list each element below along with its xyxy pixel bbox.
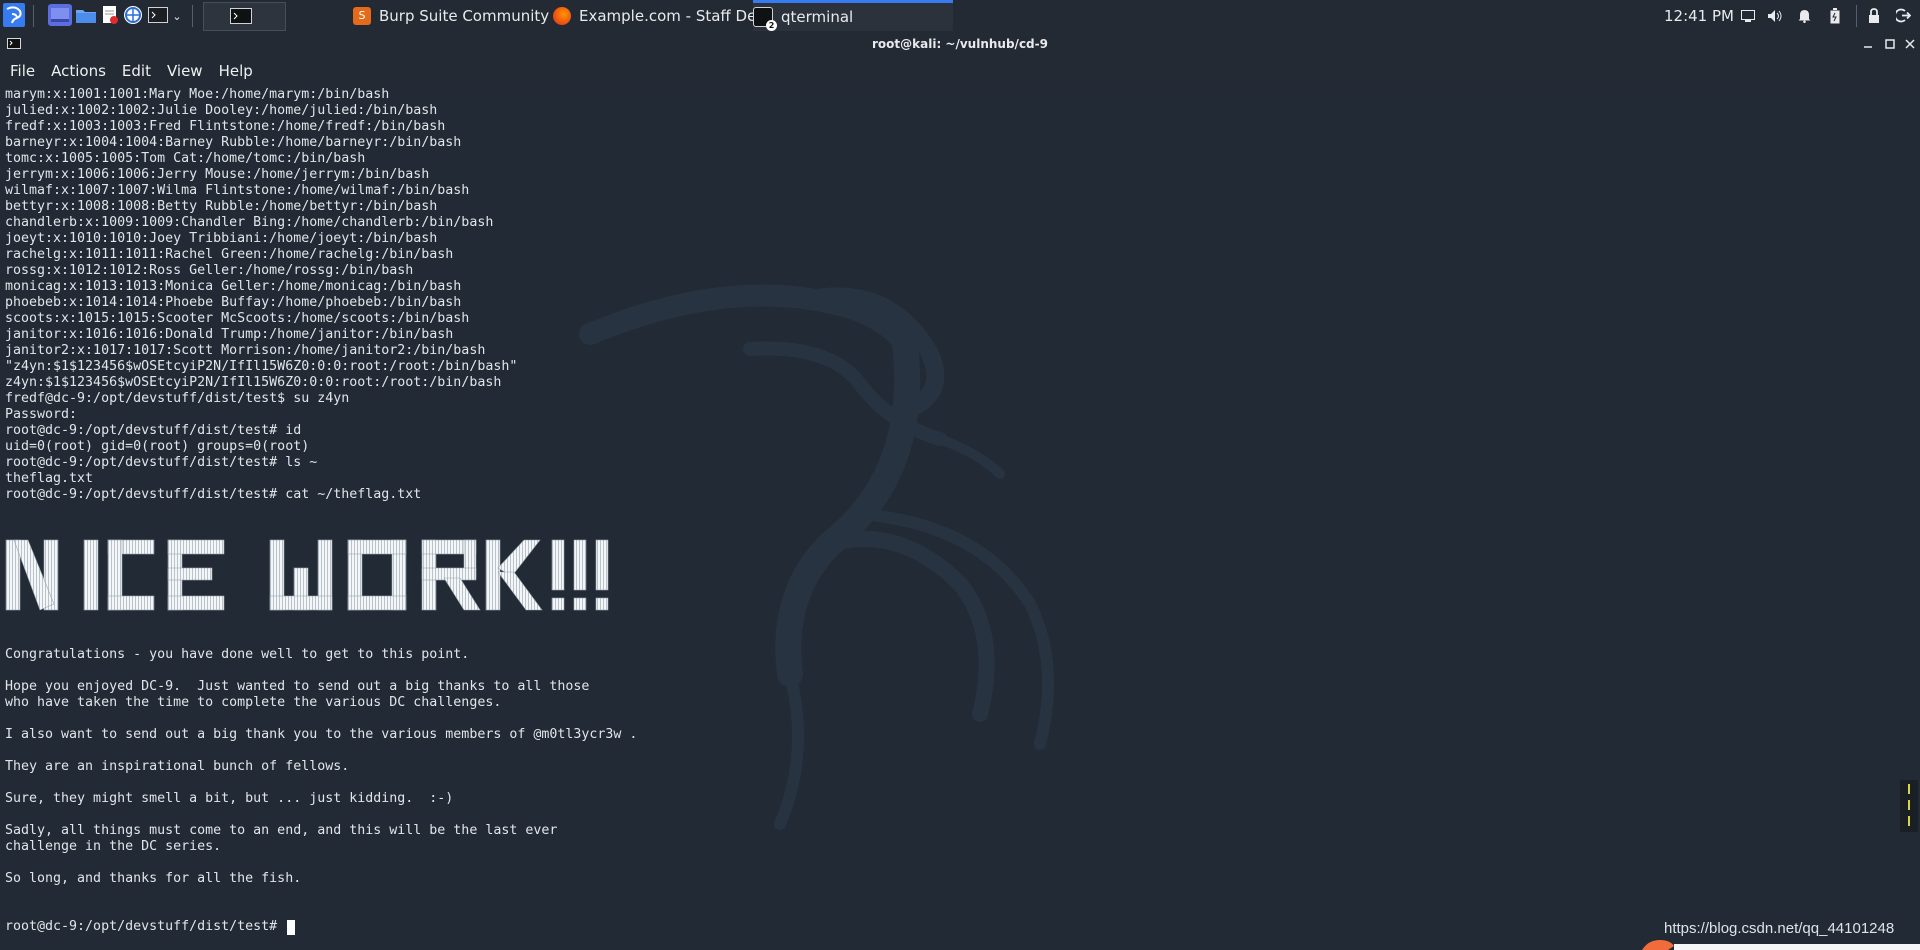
scrollbar-indicator[interactable] [1900, 780, 1918, 832]
show-desktop-icon[interactable] [48, 4, 72, 26]
volume-icon[interactable] [1764, 0, 1786, 31]
command-prompt-line[interactable]: root@dc-9:/opt/devstuff/dist/test# [5, 919, 296, 935]
text-editor-icon[interactable] [98, 4, 122, 26]
minimize-button[interactable] [1858, 33, 1878, 55]
menu-view[interactable]: View [159, 58, 211, 84]
task-label: Example.com - Staff Det... [579, 6, 753, 25]
panel-separator [33, 5, 34, 27]
top-panel: ⌄ S Burp Suite Community E... Example.co… [0, 0, 1920, 31]
terminal-icon: 2 [753, 7, 777, 31]
panel-separator [192, 5, 193, 27]
task-burp-suite[interactable]: S Burp Suite Community E... [353, 0, 553, 31]
firefox-icon [553, 6, 571, 25]
clock[interactable]: 12:41 PM [1664, 0, 1734, 31]
task-qterminal[interactable]: 2 qterminal [753, 0, 953, 31]
lock-screen-icon[interactable] [1864, 0, 1884, 31]
terminal-launcher-icon[interactable] [146, 4, 170, 26]
maximize-button[interactable] [1880, 33, 1900, 55]
file-manager-icon[interactable] [74, 4, 98, 26]
battery-icon[interactable] [1826, 0, 1844, 31]
window-title: root@kali: ~/vulnhub/cd-9 [872, 37, 1048, 51]
task-label: Burp Suite Community E... [379, 6, 553, 25]
csdn-badge [1642, 940, 1920, 950]
web-browser-icon[interactable] [121, 4, 145, 26]
nice-work-ascii-banner [5, 539, 609, 611]
task-firefox[interactable]: Example.com - Staff Det... [553, 0, 753, 31]
csdn-watermark-url: https://blog.csdn.net/qq_44101248 [1664, 920, 1895, 937]
display-icon[interactable] [1738, 0, 1758, 31]
task-label: qterminal [781, 8, 854, 26]
text-cursor [287, 919, 296, 935]
chevron-down-icon[interactable]: ⌄ [170, 6, 184, 26]
terminal-output: marym:x:1001:1001:Mary Moe:/home/marym:/… [5, 87, 518, 502]
logout-icon[interactable] [1892, 0, 1914, 31]
notifications-icon[interactable] [1794, 0, 1814, 31]
menu-actions[interactable]: Actions [43, 58, 114, 84]
flag-message: Congratulations - you have done well to … [5, 647, 638, 886]
menu-file[interactable]: File [2, 58, 43, 84]
close-button[interactable] [1900, 33, 1920, 55]
kali-menu-icon[interactable] [3, 3, 25, 27]
workspace-1[interactable] [203, 2, 286, 31]
panel-separator [1856, 5, 1857, 27]
window-count-badge: 2 [766, 20, 777, 31]
menu-bar: File Actions Edit View Help [0, 58, 1920, 84]
kali-dragon-watermark [579, 284, 1054, 830]
menu-help[interactable]: Help [211, 58, 261, 84]
shell-prompt: root@dc-9:/opt/devstuff/dist/test# [5, 919, 286, 934]
menu-edit[interactable]: Edit [114, 58, 159, 84]
terminal-area[interactable]: marym:x:1001:1001:Mary Moe:/home/marym:/… [0, 84, 1920, 950]
burp-icon: S [353, 6, 371, 25]
window-titlebar[interactable]: root@kali: ~/vulnhub/cd-9 [0, 31, 1920, 58]
